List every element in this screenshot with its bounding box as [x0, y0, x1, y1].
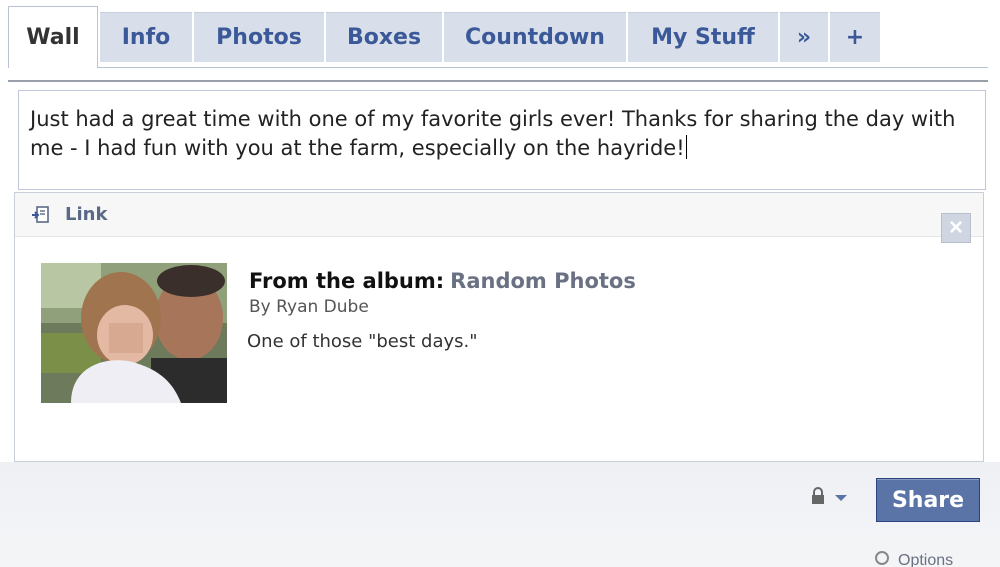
link-attachment-panel: Link × From the album: Random Photos By R… [14, 192, 984, 462]
attachment-header: Link [15, 193, 983, 237]
tab-divider [8, 80, 988, 82]
composer-footer [0, 462, 1000, 567]
tab-add[interactable]: + [830, 12, 880, 62]
profile-tab-bar: Wall Info Photos Boxes Countdown My Stuf… [0, 0, 1000, 82]
tab-underline [8, 67, 988, 68]
tab-photos[interactable]: Photos [194, 12, 324, 62]
status-text: Just had a great time with one of my fav… [30, 107, 956, 160]
options-link[interactable]: Options [874, 550, 953, 567]
tab-more[interactable]: » [780, 12, 828, 62]
tab-countdown[interactable]: Countdown [444, 12, 626, 62]
link-icon [31, 205, 51, 225]
lock-icon [808, 486, 828, 511]
gear-icon [874, 550, 890, 567]
attachment-type-label: Link [65, 204, 108, 225]
album-title: From the album: Random Photos [249, 269, 636, 293]
share-button[interactable]: Share [876, 478, 980, 522]
tab-boxes[interactable]: Boxes [326, 12, 442, 62]
options-label: Options [898, 551, 954, 567]
album-byline: By Ryan Dube [249, 297, 369, 317]
status-input[interactable]: Just had a great time with one of my fav… [18, 90, 986, 190]
close-icon[interactable]: × [941, 213, 971, 243]
album-description: One of those "best days." [247, 331, 478, 352]
tab-my-stuff[interactable]: My Stuff [628, 12, 778, 62]
tab-wall[interactable]: Wall [8, 6, 98, 68]
tab-info[interactable]: Info [100, 12, 192, 62]
privacy-selector[interactable] [808, 486, 848, 511]
album-name-link[interactable]: Random Photos [450, 269, 636, 293]
album-thumbnail[interactable] [41, 263, 227, 403]
album-prefix: From the album: [249, 269, 445, 293]
chevron-down-icon [834, 490, 848, 508]
text-caret [685, 135, 687, 159]
